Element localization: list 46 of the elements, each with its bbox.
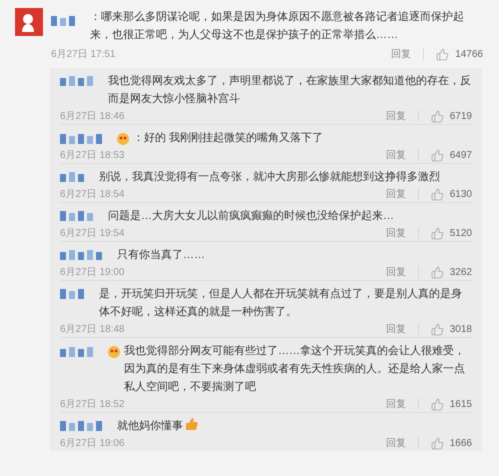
like-count: 1615 [450, 398, 472, 412]
comment-time: 6月27日 18:48 [60, 322, 124, 336]
reply-text: 只有你当真了…… [117, 248, 205, 263]
like-icon[interactable] [430, 436, 444, 450]
comment-time: 6月27日 18:54 [60, 188, 124, 202]
like-count: 6497 [450, 148, 472, 162]
like-count: 3262 [450, 266, 472, 280]
comment-time: 6月27日 19:54 [60, 226, 124, 240]
avatar-icon [15, 8, 43, 36]
reply-button[interactable]: 回复 [386, 226, 406, 240]
like-count: 14766 [455, 48, 483, 62]
reply-text: 我也觉得部分网友可能有些过了……拿这个开玩笑真的会让人很难受，因为真的是有生下来身体虚弱或者有先天性疾病的人。还是给人家一点私人空间吧，不要揣测了吧 [124, 344, 466, 395]
comment-time: 6月27日 18:53 [60, 148, 124, 162]
like-icon[interactable] [430, 188, 444, 200]
reply-button[interactable]: 回复 [386, 436, 406, 450]
like-icon[interactable] [430, 226, 444, 240]
like-count: 5120 [450, 226, 472, 240]
like-icon[interactable] [430, 266, 444, 278]
reply-text: 就他妈你懂事 [117, 419, 183, 434]
like-icon[interactable] [430, 148, 444, 162]
like-icon[interactable] [430, 398, 444, 410]
reply-button[interactable]: 回复 [386, 264, 406, 280]
reply-button[interactable]: 回复 [386, 186, 406, 202]
like-icon[interactable] [430, 322, 444, 336]
reply-text: ：好的 我刚刚挂起微笑的嘴角又落下了 [133, 131, 324, 146]
like-icon[interactable] [430, 110, 444, 122]
comment-text: ：哪来那么多阴谋论呢，如果是因为身体原因不愿意被各路记者追逐而保护起来，也很正常吧，为人父母这不也是保护孩子的正常举措么…… [90, 10, 465, 43]
comment-time: 6月27日 18:52 [60, 398, 124, 412]
comment-time: 6月27日 19:06 [60, 436, 124, 450]
like-count: 6130 [450, 188, 472, 202]
reply-text: 我也觉得网友戏太多了，声明里都说了，在家族里大家都知道他的存在，反而是网友大惊小怪脑补宫斗 [108, 74, 472, 107]
reply-button[interactable]: 回复 [386, 148, 406, 162]
reply-button[interactable]: 回复 [386, 322, 406, 336]
like-count: 1666 [450, 436, 472, 450]
like-count: 3018 [450, 322, 472, 336]
reply-button[interactable]: 回复 [386, 396, 406, 412]
like-icon[interactable] [436, 48, 450, 60]
comment-time: 6月27日 18:46 [60, 110, 124, 124]
reply-button[interactable]: 回复 [391, 46, 412, 62]
reply-text: 是，开玩笑归开玩笑，但是人人都在开玩笑就有点过了，要是别人真的是身体不好呢，这样还真的就是一种伤害了。 [99, 286, 463, 320]
reply-text: 问题是…大房大女儿以前疯疯癫癫的时候也没给保护起来… [108, 208, 394, 224]
reply-text: 别说，我真没觉得有一点夸张，就冲大房那么惨就能想到这挣得多激烈 [99, 170, 440, 185]
comment-time: 6月27日 17:51 [51, 48, 116, 62]
reply-button[interactable]: 回复 [386, 108, 406, 124]
comment-time: 6月27日 19:00 [60, 266, 124, 280]
like-count: 6719 [450, 110, 472, 124]
